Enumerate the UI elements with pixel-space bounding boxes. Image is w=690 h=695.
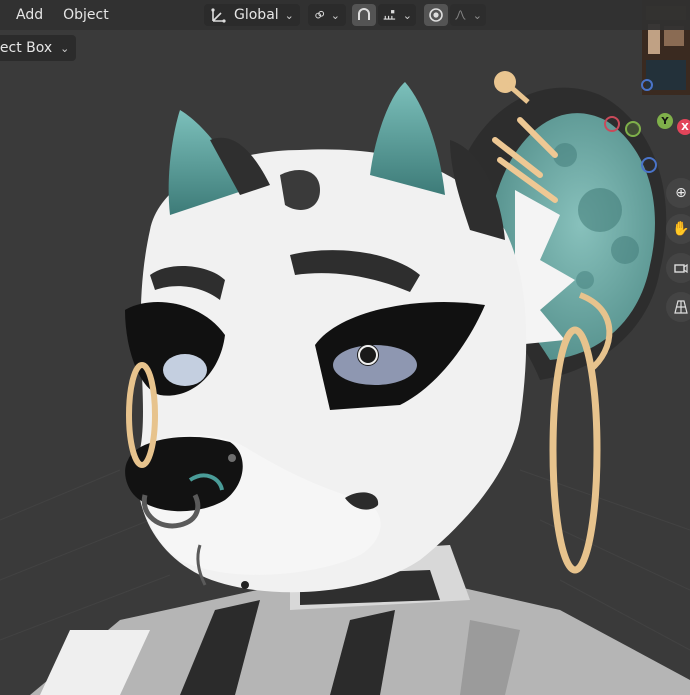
character-head bbox=[125, 82, 527, 593]
gizmo-z-dot[interactable] bbox=[641, 79, 653, 91]
snap-magnet-icon bbox=[358, 8, 370, 20]
falloff-dropdown[interactable]: ⌄ bbox=[450, 4, 486, 26]
viewport-canvas[interactable] bbox=[0, 0, 690, 695]
select-box-label: lect Box bbox=[0, 40, 53, 56]
hand-pan-icon: ✋ bbox=[672, 221, 690, 237]
add-menu[interactable]: Add bbox=[6, 0, 53, 30]
transform-orientation-dropdown[interactable]: Global ⌄ bbox=[204, 4, 300, 26]
zoom-plus-icon: ⊕ bbox=[675, 185, 687, 201]
chevron-down-icon: ⌄ bbox=[60, 41, 70, 55]
pivot-point-dropdown[interactable]: ⌄ bbox=[308, 4, 346, 26]
snap-toggle[interactable] bbox=[352, 4, 376, 26]
pan-button[interactable]: ✋ bbox=[666, 214, 690, 244]
perspective-toggle-button[interactable] bbox=[666, 292, 690, 322]
zoom-button[interactable]: ⊕ bbox=[666, 178, 690, 208]
grid-perspective-icon bbox=[674, 300, 688, 314]
select-box-dropdown[interactable]: lect Box ⌄ bbox=[0, 35, 76, 61]
gizmo-neg-x-dot[interactable] bbox=[604, 116, 620, 132]
gizmo-x-dot[interactable]: X bbox=[677, 119, 690, 135]
chevron-down-icon: ⌄ bbox=[402, 8, 412, 22]
snap-increment-dropdown[interactable]: ⌄ bbox=[378, 4, 416, 26]
falloff-curve-icon bbox=[455, 10, 466, 20]
proportional-editing-icon bbox=[429, 8, 443, 22]
gizmo-y-dot[interactable]: Y bbox=[657, 113, 673, 129]
snap-increment-icon bbox=[383, 10, 396, 20]
camera-icon bbox=[674, 263, 688, 274]
chevron-down-icon: ⌄ bbox=[330, 8, 340, 22]
chevron-down-icon: ⌄ bbox=[472, 8, 482, 22]
transform-orientation-label: Global bbox=[234, 7, 279, 23]
pivot-point-icon bbox=[315, 10, 325, 19]
left-eye bbox=[163, 354, 207, 386]
chevron-down-icon: ⌄ bbox=[284, 8, 294, 22]
object-menu[interactable]: Object bbox=[53, 0, 119, 30]
proportional-editing-toggle[interactable] bbox=[424, 4, 448, 26]
transform-orientation-icon bbox=[211, 8, 226, 23]
gizmo-neg-y-dot[interactable] bbox=[625, 121, 641, 137]
3d-viewport[interactable] bbox=[0, 0, 690, 695]
gizmo-neg-z-dot[interactable] bbox=[641, 157, 657, 173]
camera-view-button[interactable] bbox=[666, 253, 690, 283]
